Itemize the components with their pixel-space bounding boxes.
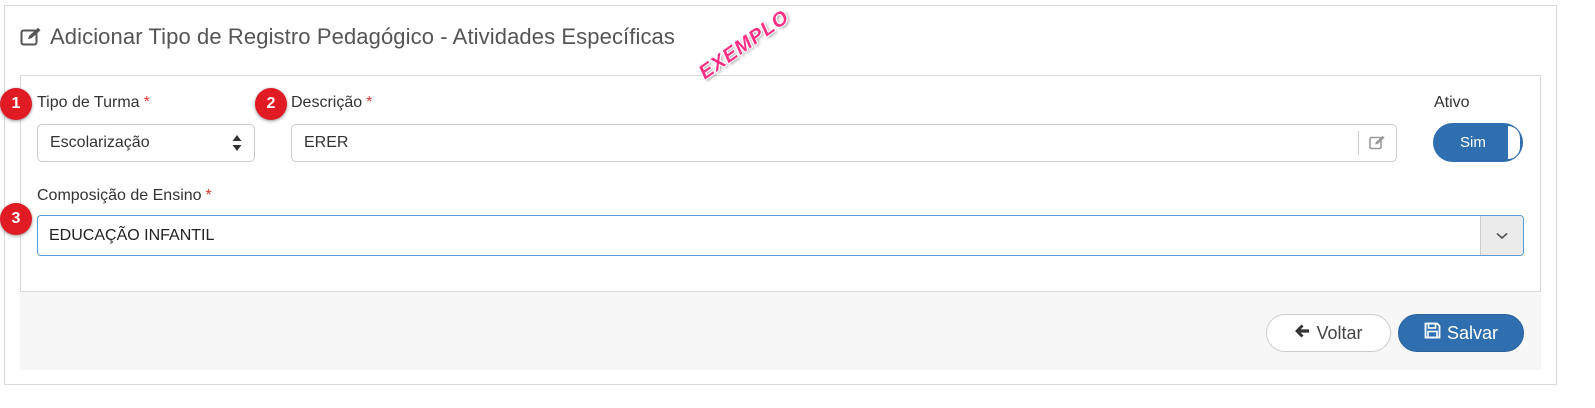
tipo-turma-label: Tipo de Turma *: [37, 94, 150, 112]
arrow-left-icon: [1294, 323, 1310, 344]
page-title: Adicionar Tipo de Registro Pedagógico - …: [20, 24, 675, 50]
page-title-text: Adicionar Tipo de Registro Pedagógico - …: [50, 24, 675, 49]
save-button-label: Salvar: [1446, 322, 1499, 343]
descricao-input[interactable]: ERER: [291, 124, 1397, 162]
step-badge: 2: [255, 88, 287, 120]
chevron-down-icon: [1496, 227, 1508, 245]
composicao-value: EDUCAÇÃO INFANTIL: [49, 226, 215, 244]
tipo-turma-label-text: Tipo de Turma: [37, 94, 140, 111]
edit-icon: [1369, 135, 1386, 155]
required-mark: *: [143, 94, 150, 111]
tipo-turma-value: Escolarização: [50, 134, 150, 151]
composicao-select[interactable]: EDUCAÇÃO INFANTIL: [37, 215, 1524, 256]
composicao-label-text: Composição de Ensino: [37, 187, 202, 204]
form-section: [20, 75, 1541, 292]
descricao-label: Descrição *: [291, 94, 372, 112]
ativo-label: Ativo: [1434, 94, 1470, 111]
composicao-label: Composição de Ensino *: [37, 187, 212, 205]
edit-icon: [20, 27, 42, 47]
ativo-toggle-text: Sim: [1460, 134, 1486, 151]
save-button[interactable]: Salvar: [1398, 314, 1524, 352]
descricao-value: ERER: [304, 134, 349, 151]
step-badge: 3: [0, 203, 32, 235]
dropdown-toggle[interactable]: [1480, 216, 1523, 255]
ativo-toggle[interactable]: Sim: [1433, 123, 1523, 162]
sort-arrows-icon: [232, 134, 242, 157]
tipo-turma-select[interactable]: Escolarização: [37, 124, 255, 162]
required-mark: *: [205, 187, 212, 204]
save-icon: [1424, 322, 1441, 344]
input-separator: [1358, 131, 1359, 155]
back-button-label: Voltar: [1316, 322, 1363, 343]
step-badge: 1: [0, 88, 32, 120]
required-mark: *: [366, 94, 373, 111]
toggle-knob: [1508, 126, 1520, 159]
descricao-label-text: Descrição: [291, 94, 363, 111]
back-button[interactable]: Voltar: [1266, 314, 1391, 352]
